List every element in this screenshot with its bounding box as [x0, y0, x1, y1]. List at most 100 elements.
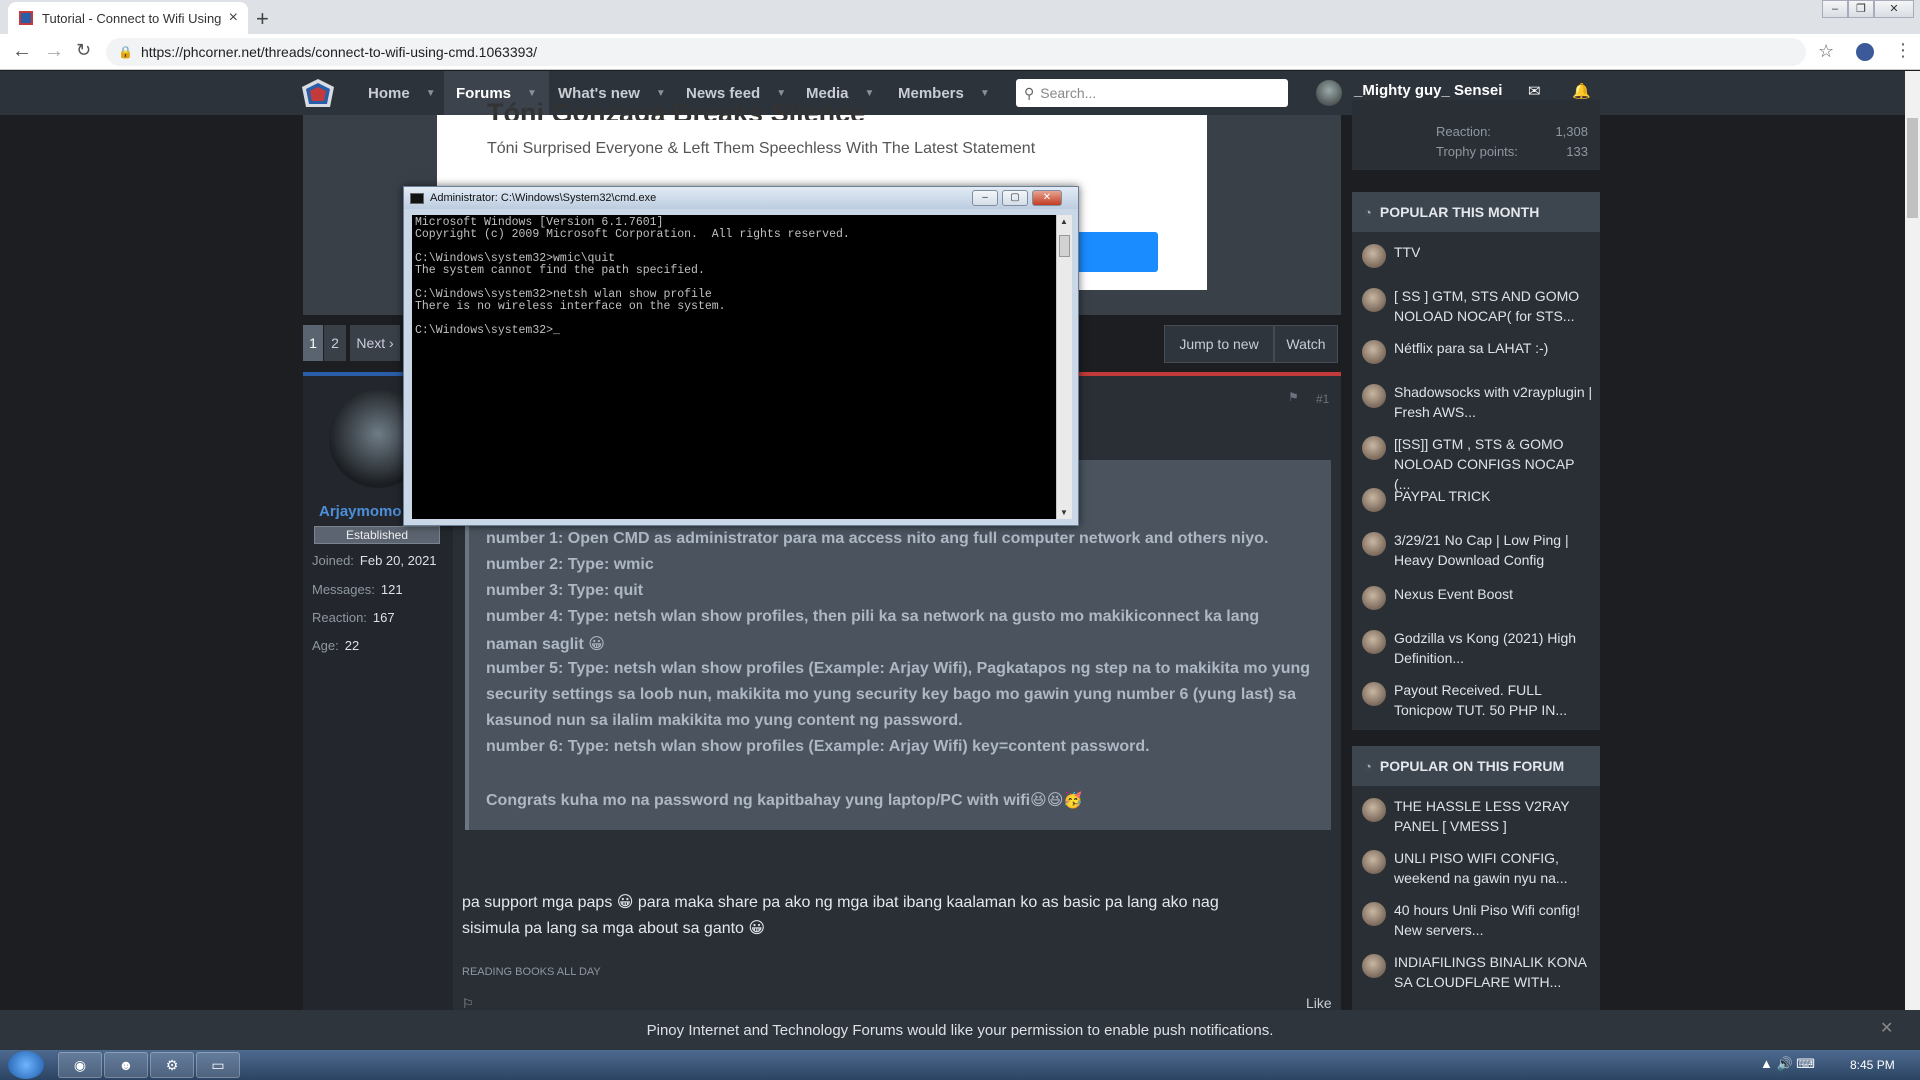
reload-icon[interactable]: ↻ [76, 40, 91, 61]
popular-item[interactable]: TTV [1362, 242, 1594, 268]
system-tray-icons[interactable]: ▲ 🔊 ⌨ [1760, 1056, 1815, 1072]
stat-messages: Messages: 121 [312, 582, 403, 597]
forward-icon[interactable]: → [44, 40, 64, 63]
avatar [1362, 630, 1386, 654]
cmd-window[interactable]: Administrator: C:\Windows\System32\cmd.e… [403, 186, 1079, 526]
quote-line: number 3: Type: quit [486, 582, 644, 599]
popular-item[interactable]: Payout Received. FULL Tonicpow TUT. 50 P… [1362, 680, 1594, 720]
app-taskbar-icon[interactable]: ☻ [104, 1052, 148, 1078]
avatar [1362, 850, 1386, 874]
avatar [1362, 488, 1386, 512]
avatar [1362, 532, 1386, 556]
nav-home[interactable]: Home ▼ [356, 71, 448, 115]
clock-icon: ◔ [1364, 204, 1372, 220]
quote-line: number 6: Type: netsh wlan show profiles… [486, 738, 1150, 755]
stat-age: Age: 22 [312, 638, 360, 653]
signature: READING BOOKS ALL DAY [462, 966, 601, 978]
address-bar[interactable]: 🔒 https://phcorner.net/threads/connect-t… [106, 38, 1806, 66]
start-button[interactable] [8, 1051, 44, 1079]
scrollbar-thumb[interactable] [1059, 235, 1070, 257]
page-1-button[interactable]: 1 [303, 325, 323, 361]
stat-joined: Joined: Feb 20, 2021 [312, 553, 437, 568]
user-avatar[interactable] [1316, 80, 1342, 106]
jump-to-new-button[interactable]: Jump to new [1164, 325, 1274, 363]
like-button[interactable]: Like [1306, 995, 1332, 1011]
popular-item[interactable]: Godzilla vs Kong (2021) High Definition.… [1362, 628, 1594, 668]
next-page-button[interactable]: Next › [350, 325, 400, 361]
chevron-down-icon: ▼ [655, 87, 666, 99]
lock-icon: 🔒 [118, 45, 133, 59]
sidebar-stat: Trophy points: 133 [1436, 144, 1588, 159]
page-2-button[interactable]: 2 [324, 325, 346, 361]
popular-item[interactable]: THE HASSLE LESS V2RAY PANEL [ VMESS ] [1362, 796, 1594, 836]
tab-close-icon[interactable]: × [229, 9, 238, 27]
nav-members[interactable]: Members ▼ [886, 71, 1002, 115]
cmd-title: Administrator: C:\Windows\System32\cmd.e… [430, 192, 657, 204]
post-number[interactable]: #1 [1316, 392, 1329, 406]
bookmark-star-icon[interactable]: ☆ [1818, 41, 1834, 62]
popular-item[interactable]: UNLI PISO WIFI CONFIG, weekend na gawin … [1362, 848, 1594, 888]
taskbar-clock[interactable]: 8:45 PM [1850, 1058, 1895, 1072]
clock-icon: ◔ [1364, 758, 1372, 774]
bell-icon[interactable]: 🔔 [1572, 82, 1591, 100]
search-input[interactable]: ⚲ Search... [1016, 79, 1288, 107]
avatar [1362, 436, 1386, 460]
popular-item[interactable]: Shadowsocks with v2rayplugin | Fresh AWS… [1362, 382, 1594, 422]
popular-forum-header: ◔ POPULAR ON THIS FORUM [1352, 746, 1600, 786]
notification-text: Pinoy Internet and Technology Forums wou… [646, 1021, 1274, 1039]
profile-icon[interactable] [1856, 43, 1874, 61]
stat-reaction: Reaction: 167 [312, 610, 395, 625]
cmd-taskbar-icon[interactable]: ▭ [196, 1052, 240, 1078]
cmd-console-output[interactable]: Microsoft Windows [Version 6.1.7601] Cop… [412, 215, 1056, 519]
avatar [1362, 384, 1386, 408]
popular-item[interactable]: Nétflix para sa LAHAT :-) [1362, 338, 1594, 364]
popular-month-header: ◔ POPULAR THIS MONTH [1352, 192, 1600, 232]
popular-item[interactable]: [ SS ] GTM, STS AND GOMO NOLOAD NOCAP( f… [1362, 286, 1594, 326]
watch-button[interactable]: Watch [1274, 325, 1338, 363]
search-placeholder: Search... [1040, 85, 1097, 101]
new-tab-icon[interactable]: + [256, 6, 269, 32]
popular-item[interactable]: 3/29/21 No Cap | Low Ping | Heavy Downlo… [1362, 530, 1594, 570]
quote-line: Congrats kuha mo na password ng kapitbah… [486, 792, 1084, 809]
minimize-icon[interactable]: – [1822, 0, 1848, 18]
steam-taskbar-icon[interactable]: ⚙ [150, 1052, 194, 1078]
cmd-minimize-icon[interactable]: – [972, 190, 998, 206]
bookmark-icon[interactable]: ⚑ [1288, 390, 1299, 404]
avatar [1362, 682, 1386, 706]
cmd-close-icon[interactable]: ✕ [1032, 190, 1062, 206]
scroll-up-icon[interactable]: ▲ [1060, 217, 1068, 226]
inbox-icon[interactable]: ✉ [1528, 82, 1541, 100]
site-logo[interactable] [300, 77, 336, 111]
close-window-icon[interactable]: ✕ [1874, 0, 1914, 18]
popular-item[interactable]: 40 hours Unli Piso Wifi config! New serv… [1362, 900, 1594, 940]
popular-item[interactable]: [[SS]] GTM , STS & GOMO NOLOAD CONFIGS N… [1362, 434, 1594, 494]
back-icon[interactable]: ← [12, 40, 32, 63]
poster-username[interactable]: Arjaymomo [319, 503, 402, 520]
popular-item[interactable]: INDIAFILINGS BINALIK KONA SA CLOUDFLARE … [1362, 952, 1594, 992]
chevron-down-icon: ▼ [979, 87, 990, 99]
cmd-scrollbar[interactable]: ▲ ▼ [1056, 215, 1072, 519]
cmd-maximize-icon[interactable]: ▢ [1002, 190, 1028, 206]
browser-tab[interactable]: Tutorial - Connect to Wifi Using × [8, 2, 248, 34]
console-line: C:\Windows\system32>_ [415, 324, 560, 337]
avatar [1362, 586, 1386, 610]
chevron-down-icon: ▼ [425, 87, 436, 99]
cmd-icon [410, 192, 424, 204]
browser-menu-icon[interactable]: ⋮ [1894, 40, 1912, 61]
avatar [1362, 288, 1386, 312]
post-text-line: pa support mga paps 😀 para maka share pa… [462, 894, 1219, 911]
quote-line: number 2: Type: wmic [486, 556, 654, 573]
popular-item[interactable]: Nexus Event Boost [1362, 584, 1594, 610]
console-line: Copyright (c) 2009 Microsoft Corporation… [415, 228, 850, 241]
scrollbar-thumb[interactable] [1907, 118, 1918, 218]
close-icon[interactable]: ✕ [1880, 1018, 1893, 1038]
chrome-taskbar-icon[interactable]: ◉ [58, 1052, 102, 1078]
restore-icon[interactable]: ❐ [1848, 0, 1874, 18]
scroll-down-icon[interactable]: ▼ [1060, 508, 1068, 517]
quote-line: number 4: Type: netsh wlan show profiles… [486, 608, 1260, 625]
avatar [1362, 340, 1386, 364]
popular-item[interactable]: PAYPAL TRICK [1362, 486, 1594, 512]
search-icon: ⚲ [1024, 84, 1035, 101]
post-text-line: sisimula pa lang sa mga about sa ganto 😀 [462, 920, 766, 937]
header-username[interactable]: _Mighty guy_ Sensei [1354, 82, 1502, 99]
